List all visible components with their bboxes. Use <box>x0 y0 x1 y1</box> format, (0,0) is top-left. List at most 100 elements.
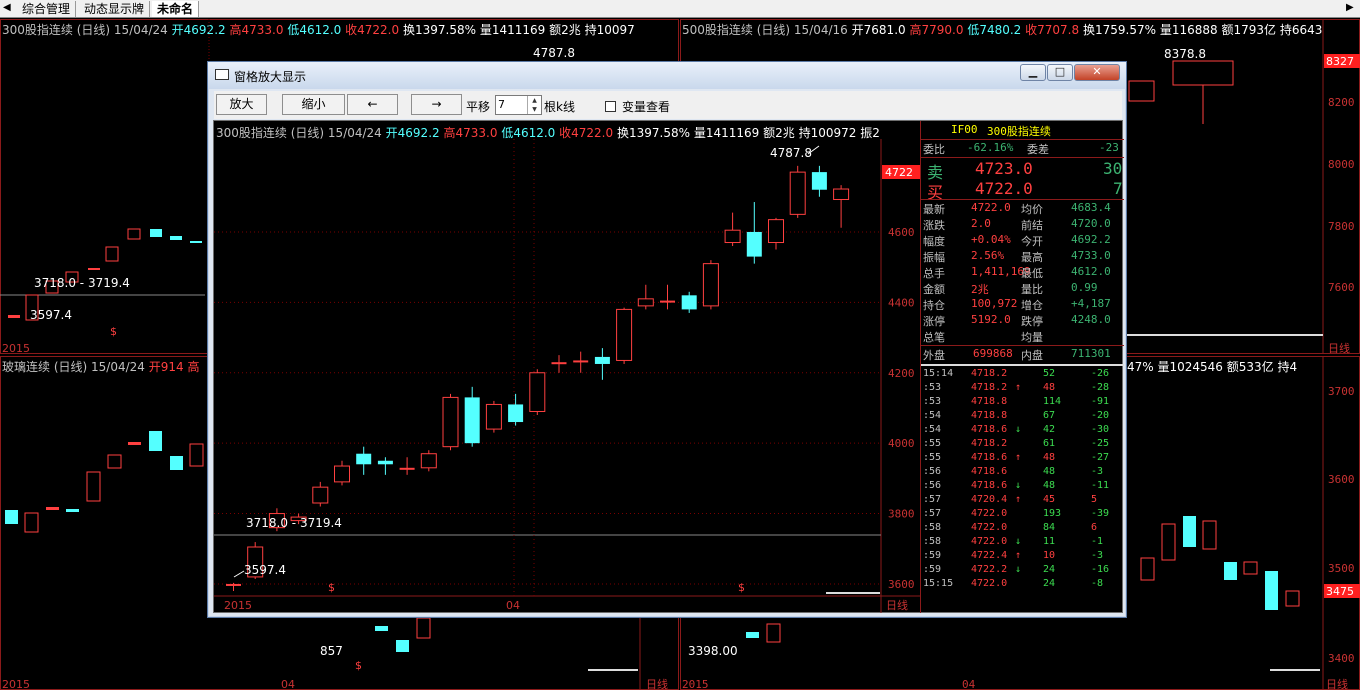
y-axis-tick: 7800 <box>1328 220 1355 233</box>
tick-t: :54 <box>923 410 942 421</box>
tick-t: :56 <box>923 480 942 491</box>
candle <box>416 617 431 639</box>
tick-row: :54 4718.8 67 -20 <box>921 410 1124 424</box>
quote-label: 今开 <box>1021 235 1043 248</box>
candle-body <box>833 188 850 201</box>
quote-label: 最低 <box>1021 267 1043 280</box>
x-axis-month: 04 <box>506 599 520 612</box>
candle <box>766 623 781 643</box>
candle-body <box>464 397 480 444</box>
quote-title: IF00 300股指连续 <box>921 123 1124 139</box>
tick-d: -91 <box>1091 396 1110 407</box>
candle <box>396 640 409 652</box>
tick-a: ↑ <box>1015 494 1022 505</box>
pan-right-button[interactable]: → <box>411 94 462 115</box>
candle-body <box>746 231 762 257</box>
zoom-out-button[interactable]: 缩小 <box>282 94 345 115</box>
y-axis-tick: 3500 <box>1328 562 1355 575</box>
candle <box>8 315 20 318</box>
period-label: 日线 <box>886 598 908 612</box>
zoom-in-button[interactable]: 放大 <box>216 94 267 115</box>
candle-body <box>356 453 372 465</box>
candle <box>24 512 39 533</box>
tick-t: :56 <box>923 466 942 477</box>
quote-value: 0.99 <box>1071 281 1098 294</box>
tab-scroll-right-icon[interactable]: ▶ <box>1346 2 1354 13</box>
candle-body <box>377 460 393 465</box>
shift-value[interactable]: 7 <box>498 98 505 111</box>
tick-v: 61 <box>1043 438 1056 449</box>
tick-t: :55 <box>923 452 942 463</box>
dialog-toolbar: 放大 缩小 ← → 平移 7 ▲ ▼ 根k线 变量查看 <box>214 91 1122 119</box>
quote-value: 4612.0 <box>1071 265 1111 278</box>
candle-body <box>485 403 502 430</box>
tick-t: :57 <box>923 494 942 505</box>
minimize-button[interactable]: ▁ <box>1020 64 1046 81</box>
tick-v: 52 <box>1043 368 1056 379</box>
dialog-titlebar[interactable]: 窗格放大显示 ▁ □ ✕ <box>208 62 1126 89</box>
quote-value: 4720.0 <box>1071 217 1111 230</box>
ask-price: 4723.0 <box>975 159 1033 178</box>
candle-body <box>508 404 524 423</box>
candle-body <box>334 465 350 483</box>
dialog-title: 窗格放大显示 <box>234 70 307 84</box>
low-label: 3597.4 <box>244 563 286 577</box>
bid-row: 买 4722.0 7 <box>921 179 1124 202</box>
quote-panel: IF00 300股指连续 委比 -62.16% 委差 -23 卖 4723.0 … <box>920 121 1124 613</box>
quote-value: 5192.0 <box>971 313 1011 326</box>
dollar-marker-icon: $ <box>355 659 362 672</box>
quote-label: 跌停 <box>1021 315 1043 328</box>
candle <box>189 443 204 467</box>
quote-label: 增仓 <box>1021 299 1043 312</box>
range-label: 3718.0 - 3719.4 <box>246 516 342 530</box>
tick-t: :59 <box>923 564 942 575</box>
candle-body <box>637 298 654 307</box>
close-button[interactable]: ✕ <box>1074 64 1120 81</box>
stepper-arrows-icon[interactable]: ▲ ▼ <box>527 96 541 114</box>
tick-row: :59 4722.4 ↑ 10 -3 <box>921 550 1124 564</box>
quote-label: 持仓 <box>923 299 945 312</box>
tab-general[interactable]: 综合管理 <box>17 1 77 17</box>
shift-stepper[interactable]: 7 ▲ ▼ <box>495 95 542 115</box>
var-view-checkbox[interactable] <box>605 101 616 112</box>
contract-name: 300股指连续 <box>987 125 1051 138</box>
pan-left-button[interactable]: ← <box>347 94 398 115</box>
x-axis-year: 2015 <box>2 342 30 354</box>
tick-p: 4722.0 <box>971 578 1008 589</box>
tick-d: -26 <box>1091 368 1110 379</box>
tick-t: :54 <box>923 424 942 435</box>
tab-dynamic-board[interactable]: 动态显示牌 <box>79 1 151 17</box>
quote-label: 幅度 <box>923 235 945 248</box>
quote-value: +0.04% <box>971 233 1011 246</box>
quote-value: 2.0 <box>971 217 991 230</box>
x-axis-year: 2015 <box>2 678 30 690</box>
candle-body <box>789 171 806 215</box>
tab-unnamed[interactable]: 未命名 <box>152 1 200 17</box>
x-axis-year: 2015 <box>682 678 709 690</box>
y-axis-tick: 7600 <box>1328 281 1355 294</box>
tab-scroll-left-icon[interactable]: ◀ <box>3 2 11 13</box>
period-label: 日线 <box>646 677 668 690</box>
tick-p: 4720.4 <box>971 494 1008 505</box>
quote-label: 涨停 <box>923 315 945 328</box>
candle <box>86 471 101 502</box>
maximize-button[interactable]: □ <box>1047 64 1073 81</box>
high-label: 4787.8 <box>533 46 575 60</box>
price-tag: 4722 <box>885 166 913 179</box>
tick-row: :53 4718.2 ↑ 48 -28 <box>921 382 1124 396</box>
tick-t: :58 <box>923 522 942 533</box>
dollar-marker-icon: $ <box>328 581 335 594</box>
tick-row: :56 4718.6 48 -3 <box>921 466 1124 480</box>
tick-d: -1 <box>1091 536 1104 547</box>
value: 699868 <box>973 347 1013 360</box>
tick-t: :59 <box>923 550 942 561</box>
tick-d: -3 <box>1091 550 1104 561</box>
zoom-dialog[interactable]: 窗格放大显示 ▁ □ ✕ 放大 缩小 ← → 平移 7 ▲ ▼ 根k线 变量查看 … <box>207 61 1127 618</box>
tick-p: 4718.6 <box>971 480 1008 491</box>
dialog-chart-area[interactable]: 300股指连续 (日线) 15/04/24 开4692.2 高4733.0 低4… <box>213 120 1124 613</box>
y-axis-tick: 8200 <box>1328 96 1355 109</box>
candle <box>46 507 59 510</box>
tick-p: 4722.0 <box>971 536 1008 547</box>
main-candlestick-chart[interactable]: 3600 3800 4000 4200 4400 4600 4787.8 3718.0 -… <box>214 121 920 613</box>
quote-label: 最高 <box>1021 251 1043 264</box>
